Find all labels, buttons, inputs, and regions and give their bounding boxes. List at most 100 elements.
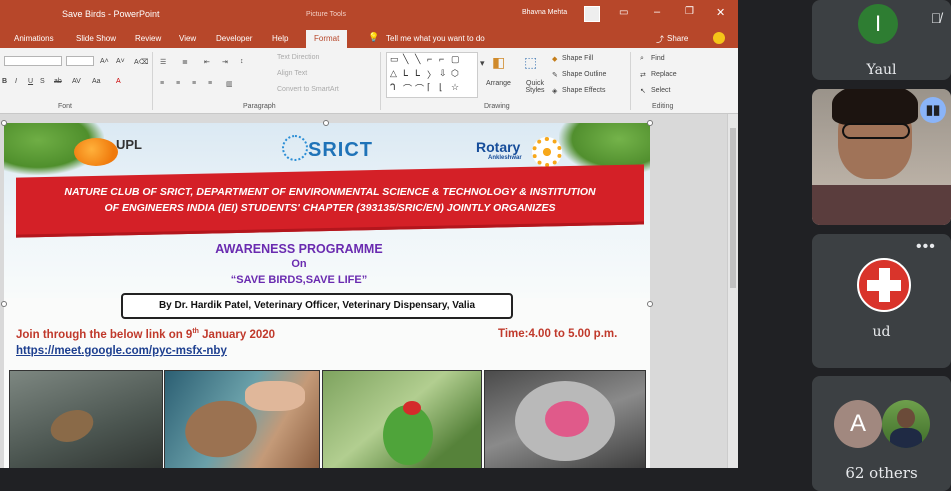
others-count: 62 others xyxy=(845,464,918,482)
arrange-button[interactable]: Arrange xyxy=(486,80,511,87)
ribbon-display-options-icon[interactable]: ▭ xyxy=(619,7,628,18)
bird-photo-2 xyxy=(164,370,320,468)
ribbon-tabs: Animations Slide Show Review View Develo… xyxy=(0,30,738,48)
quick-styles-button[interactable]: Quick Styles xyxy=(520,80,550,94)
columns-icon[interactable]: ▥ xyxy=(226,80,233,88)
join-text-pre: Join through the below link on 9 xyxy=(16,328,193,341)
shrink-font-icon[interactable]: A˅ xyxy=(116,58,125,65)
rotary-wheel-icon xyxy=(532,137,562,167)
shape-outline-button[interactable]: Shape Outline xyxy=(562,71,606,78)
tell-me-search[interactable]: Tell me what you want to do xyxy=(386,34,485,43)
selection-handle[interactable] xyxy=(1,120,7,126)
participant-name: ud xyxy=(872,324,891,340)
more-options-icon[interactable]: ••• xyxy=(916,238,936,256)
selection-handle[interactable] xyxy=(1,301,7,307)
rotary-logo-subtext: Ankleshwar xyxy=(488,155,522,161)
banner-line-1: NATURE CLUB OF SRICT, DEPARTMENT OF ENVI… xyxy=(64,186,596,198)
shape-effects-button[interactable]: Shape Effects xyxy=(562,87,605,94)
shape-fill-icon: ◆ xyxy=(552,56,558,63)
shapes-gallery[interactable]: ▭ ╲ ╲ ⌐ ⌐ ▢ △ ᒪ ᒪ 〉 ⇩ ⬡ ᒉ ⌒ ⌒ ⌈ ⌊ ☆ xyxy=(386,52,478,98)
replace-icon: ⇄ xyxy=(640,72,646,79)
smiley-feedback-icon[interactable] xyxy=(713,32,725,44)
srict-logo-mark xyxy=(282,135,308,161)
mic-off-icon: 🎙̸ xyxy=(930,10,942,26)
join-text: Join through the below link on 9th Janua… xyxy=(16,328,275,341)
share-icon: ⤴ xyxy=(656,35,664,44)
bold-icon[interactable]: B xyxy=(2,78,7,85)
video-glasses xyxy=(842,123,910,139)
participant-photo-avatar xyxy=(882,400,930,448)
align-right-icon[interactable]: ≡ xyxy=(192,80,196,87)
tab-view[interactable]: View xyxy=(179,34,196,43)
meet-link[interactable]: https://meet.google.com/pyc-msfx-nby xyxy=(16,345,227,357)
tab-format[interactable]: Format xyxy=(306,30,348,48)
participant-avatar xyxy=(857,258,911,312)
ribbon: A˄ A˅ A⌫ B I U S ab AV Aa A Font ☰ ≣ ⇤ ⇥… xyxy=(0,48,738,114)
participant-tile-3[interactable]: ••• ud xyxy=(812,234,951,368)
vertical-scrollbar[interactable] xyxy=(727,114,738,468)
window-title: Save Birds - PowerPoint xyxy=(62,9,160,19)
group-editing-label: Editing xyxy=(652,103,674,110)
upl-logo-text: UPL xyxy=(116,137,142,152)
gallery-scroll-icon[interactable]: ▾ xyxy=(480,58,485,69)
bullets-icon[interactable]: ☰ xyxy=(160,58,166,66)
video-shirt xyxy=(812,185,951,225)
close-button[interactable]: ✕ xyxy=(716,6,725,19)
rotary-logo-text: Rotary xyxy=(476,139,521,155)
arrange-icon: ◧ xyxy=(492,54,506,70)
convert-smartart-button[interactable]: Convert to SmartArt xyxy=(277,86,339,93)
selection-handle[interactable] xyxy=(647,120,653,126)
selection-handle[interactable] xyxy=(647,301,653,307)
align-text-button[interactable]: Align Text xyxy=(277,70,307,77)
participant-tile-1[interactable]: I 🎙̸ Yaul xyxy=(812,0,951,80)
video-hair xyxy=(832,89,918,125)
numbering-icon[interactable]: ≣ xyxy=(182,58,188,66)
minimize-button[interactable]: – xyxy=(654,6,660,18)
slide-canvas[interactable]: UPL SRICT Rotary Ankleshwar NATURE CLUB … xyxy=(4,123,650,468)
participant-tile-video[interactable]: ▮▮ xyxy=(812,89,951,225)
others-tile[interactable]: A 62 others xyxy=(812,376,951,491)
group-separator xyxy=(152,52,153,110)
strikethrough-icon[interactable]: ab xyxy=(54,78,62,85)
font-size-box[interactable] xyxy=(66,56,94,66)
line-spacing-icon[interactable]: ↕ xyxy=(240,58,244,65)
select-button[interactable]: Select xyxy=(651,87,670,94)
tab-help[interactable]: Help xyxy=(272,34,288,43)
align-left-icon[interactable]: ≡ xyxy=(160,80,164,87)
italic-icon[interactable]: I xyxy=(15,78,17,85)
align-center-icon[interactable]: ≡ xyxy=(176,80,180,87)
user-avatar[interactable] xyxy=(584,6,600,22)
shape-fill-button[interactable]: Shape Fill xyxy=(562,55,593,62)
tab-animations[interactable]: Animations xyxy=(14,34,54,43)
replace-button[interactable]: Replace xyxy=(651,71,677,78)
grow-font-icon[interactable]: A˄ xyxy=(100,58,109,65)
underline-icon[interactable]: U xyxy=(28,78,33,85)
meet-bottom-bar xyxy=(0,468,796,491)
join-text-sup: th xyxy=(192,328,199,335)
change-case-icon[interactable]: Aa xyxy=(92,78,101,85)
lightbulb-icon: 💡 xyxy=(368,32,380,42)
restore-button[interactable]: ❐ xyxy=(685,6,694,17)
shadow-icon[interactable]: S xyxy=(40,78,45,85)
clear-format-icon[interactable]: A⌫ xyxy=(134,58,149,66)
tab-review[interactable]: Review xyxy=(135,34,161,43)
bird-photo-3 xyxy=(322,370,482,468)
share-button[interactable]: Share xyxy=(667,34,688,43)
scrollbar-thumb[interactable] xyxy=(730,128,736,288)
tab-developer[interactable]: Developer xyxy=(216,34,252,43)
font-color-icon[interactable]: A xyxy=(116,78,121,85)
text-direction-button[interactable]: Text Direction xyxy=(277,54,319,61)
find-button[interactable]: Find xyxy=(651,55,665,62)
increase-indent-icon[interactable]: ⇥ xyxy=(222,58,228,66)
find-icon: ⌕ xyxy=(640,55,644,62)
powerpoint-window: Save Birds - PowerPoint Picture Tools Bh… xyxy=(0,0,738,468)
selection-handle[interactable] xyxy=(323,120,329,126)
decrease-indent-icon[interactable]: ⇤ xyxy=(204,58,210,66)
participants-panel: I 🎙̸ Yaul ▮▮ ••• ud A 62 others xyxy=(796,0,951,491)
char-spacing-icon[interactable]: AV xyxy=(72,78,81,85)
join-text-post: January 2020 xyxy=(198,328,276,341)
font-name-box[interactable] xyxy=(4,56,62,66)
justify-icon[interactable]: ≡ xyxy=(208,80,212,87)
tab-slide-show[interactable]: Slide Show xyxy=(76,34,116,43)
title-bar: Save Birds - PowerPoint Picture Tools Bh… xyxy=(0,0,738,30)
